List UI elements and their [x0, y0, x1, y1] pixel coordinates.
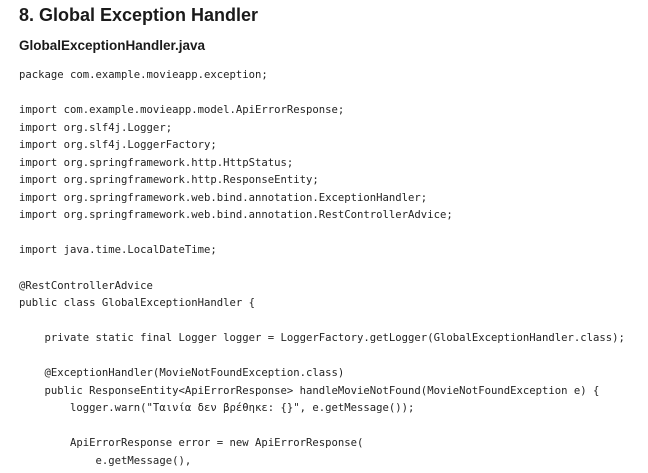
code-line: ApiErrorResponse error = new ApiErrorRes… — [19, 437, 364, 450]
code-line: import org.springframework.web.bind.anno… — [19, 209, 453, 222]
code-line: import java.time.LocalDateTime; — [19, 244, 217, 257]
code-line: public class GlobalExceptionHandler { — [19, 297, 255, 310]
code-line: @ExceptionHandler(MovieNotFoundException… — [19, 367, 345, 380]
code-line: logger.warn("Ταινία δεν βρέθηκε: {}", e.… — [19, 402, 415, 415]
code-line: import org.springframework.web.bind.anno… — [19, 191, 428, 204]
document-page: 8. Global Exception Handler GlobalExcept… — [0, 0, 648, 473]
code-line: import org.slf4j.LoggerFactory; — [19, 139, 217, 152]
code-line: @RestControllerAdvice — [19, 279, 153, 292]
code-line: import org.slf4j.Logger; — [19, 121, 173, 134]
code-line: import com.example.movieapp.model.ApiErr… — [19, 104, 345, 117]
code-line: package com.example.movieapp.exception; — [19, 69, 268, 81]
code-line: private static final Logger logger = Log… — [19, 332, 625, 345]
code-line: import org.springframework.http.HttpStat… — [19, 156, 294, 169]
code-line: public ResponseEntity<ApiErrorResponse> … — [19, 384, 600, 397]
code-line: import org.springframework.http.Response… — [19, 174, 319, 187]
section-heading: 8. Global Exception Handler — [19, 5, 259, 25]
file-name-heading: GlobalExceptionHandler.java — [19, 38, 206, 53]
code-line: e.getMessage(), — [19, 455, 192, 468]
code-block: package com.example.movieapp.exception; i… — [19, 67, 644, 471]
